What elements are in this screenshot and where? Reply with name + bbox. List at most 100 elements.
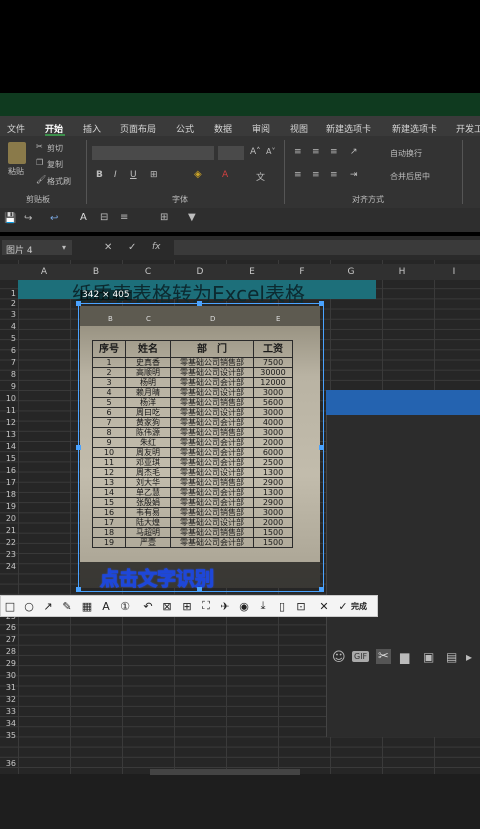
scroll-bar[interactable]: [150, 769, 300, 775]
row-header[interactable]: 8: [0, 370, 16, 380]
resize-handle[interactable]: [76, 301, 81, 306]
row-header[interactable]: 11: [0, 406, 16, 416]
resize-handle[interactable]: [76, 587, 81, 592]
name-box-dropdown-icon[interactable]: ▾: [62, 243, 66, 252]
fill-color-icon[interactable]: ◈: [194, 169, 202, 180]
paste-icon[interactable]: [8, 142, 26, 164]
copy-icon[interactable]: ❐: [36, 158, 43, 167]
long-screenshot-icon[interactable]: ⛶: [197, 597, 215, 615]
shrink-font-icon[interactable]: A˅: [266, 147, 275, 156]
row-header[interactable]: 27: [0, 635, 16, 645]
row-header[interactable]: 26: [0, 623, 16, 633]
text-icon[interactable]: A: [97, 597, 115, 615]
download-icon[interactable]: ⤓: [254, 597, 272, 615]
row-header[interactable]: 21: [0, 526, 16, 536]
underline-icon[interactable]: U: [130, 170, 137, 180]
indent-icon[interactable]: ⇥: [350, 170, 358, 180]
cancel-icon[interactable]: ✕: [104, 242, 112, 253]
column-header[interactable]: F: [278, 266, 326, 278]
row-header[interactable]: 30: [0, 671, 16, 681]
grow-font-icon[interactable]: A˄: [250, 147, 261, 157]
align-bottom-icon[interactable]: ≡: [330, 147, 338, 157]
align-left-icon[interactable]: ≡: [294, 170, 302, 180]
column-header[interactable]: A: [18, 266, 70, 278]
row-header[interactable]: 35: [0, 731, 16, 741]
column-header[interactable]: G: [326, 266, 376, 278]
column-header[interactable]: D: [174, 266, 226, 278]
undo-icon[interactable]: ↶: [139, 597, 157, 615]
row-header[interactable]: 7: [0, 358, 16, 368]
close-icon[interactable]: ✕: [315, 597, 333, 615]
tab-data[interactable]: 数据: [214, 122, 232, 135]
row-header[interactable]: 14: [0, 442, 16, 452]
column-header[interactable]: B: [70, 266, 122, 278]
column-header[interactable]: H: [376, 266, 428, 278]
resize-handle[interactable]: [197, 587, 202, 592]
tab-page-layout[interactable]: 页面布局: [120, 122, 156, 135]
grid-icon[interactable]: ⊞: [160, 212, 168, 223]
text-recognize-icon[interactable]: ⊞: [178, 597, 196, 615]
row-header[interactable]: 9: [0, 382, 16, 392]
resize-handle[interactable]: [319, 301, 324, 306]
phone-icon[interactable]: ▯: [273, 597, 291, 615]
tab-new-2[interactable]: 新建选项卡: [392, 122, 437, 135]
align-center-icon[interactable]: ≡: [312, 170, 320, 180]
row-header[interactable]: 13: [0, 430, 16, 440]
tab-review[interactable]: 审阅: [252, 122, 270, 135]
tab-developer[interactable]: 开发工: [456, 122, 480, 135]
align-top-icon[interactable]: ≡: [294, 147, 302, 157]
font-name-box[interactable]: [92, 146, 214, 160]
italic-icon[interactable]: I: [114, 170, 117, 180]
resize-handle[interactable]: [319, 445, 324, 450]
row-header[interactable]: 31: [0, 683, 16, 693]
font-color-icon[interactable]: A: [222, 170, 228, 180]
resize-handle[interactable]: [76, 445, 81, 450]
format-painter-button[interactable]: 格式刷: [47, 176, 71, 187]
merge-center-button[interactable]: 合并后居中: [390, 171, 430, 182]
align-icon[interactable]: ≡: [120, 212, 128, 223]
row-header[interactable]: 33: [0, 707, 16, 717]
row-header[interactable]: 20: [0, 514, 16, 524]
tab-formulas[interactable]: 公式: [176, 122, 194, 135]
row-header[interactable]: 2: [0, 299, 16, 309]
tab-new-1[interactable]: 新建选项卡: [326, 122, 371, 135]
mosaic-icon[interactable]: ▦: [78, 597, 96, 615]
bookmark-icon[interactable]: ⊡: [292, 597, 310, 615]
format-painter-icon[interactable]: 🖌: [36, 175, 46, 184]
borders-icon[interactable]: ⊟: [100, 212, 108, 223]
row-header[interactable]: 15: [0, 454, 16, 464]
wrap-text-button[interactable]: 自动换行: [390, 148, 422, 159]
row-header[interactable]: 36: [0, 759, 16, 769]
row-header[interactable]: 12: [0, 418, 16, 428]
paste-button[interactable]: 粘贴: [8, 166, 24, 177]
pen-icon[interactable]: ✎: [58, 597, 76, 615]
row-header[interactable]: 23: [0, 550, 16, 560]
phonetic-icon[interactable]: 文: [256, 170, 265, 183]
font-size-box[interactable]: [218, 146, 244, 160]
row-header[interactable]: 29: [0, 659, 16, 669]
border-icon[interactable]: ⊞: [150, 170, 158, 180]
row-header[interactable]: 1: [0, 289, 16, 299]
column-header[interactable]: C: [122, 266, 174, 278]
row-header[interactable]: 10: [0, 394, 16, 404]
done-check-icon[interactable]: ✓: [334, 597, 352, 615]
resize-handle[interactable]: [319, 587, 324, 592]
column-header[interactable]: E: [226, 266, 278, 278]
row-header[interactable]: 6: [0, 346, 16, 356]
tab-view[interactable]: 视图: [290, 122, 308, 135]
redo-icon[interactable]: ↪: [24, 213, 32, 224]
cut-button[interactable]: 剪切: [47, 143, 63, 154]
row-header[interactable]: 19: [0, 502, 16, 512]
gif-icon[interactable]: GIF: [352, 651, 370, 662]
enter-icon[interactable]: ✓: [128, 242, 136, 253]
bold-icon[interactable]: B: [96, 170, 103, 180]
emoji-icon[interactable]: ☺: [332, 650, 346, 665]
tab-file[interactable]: 文件: [7, 122, 25, 135]
cut-icon[interactable]: ✂: [36, 142, 43, 151]
undo-icon[interactable]: ↩: [50, 213, 58, 224]
row-header[interactable]: 5: [0, 334, 16, 344]
row-header[interactable]: 22: [0, 538, 16, 548]
pin-icon[interactable]: ✈: [216, 597, 234, 615]
more-icon[interactable]: ▸: [466, 650, 472, 664]
resize-handle[interactable]: [197, 301, 202, 306]
